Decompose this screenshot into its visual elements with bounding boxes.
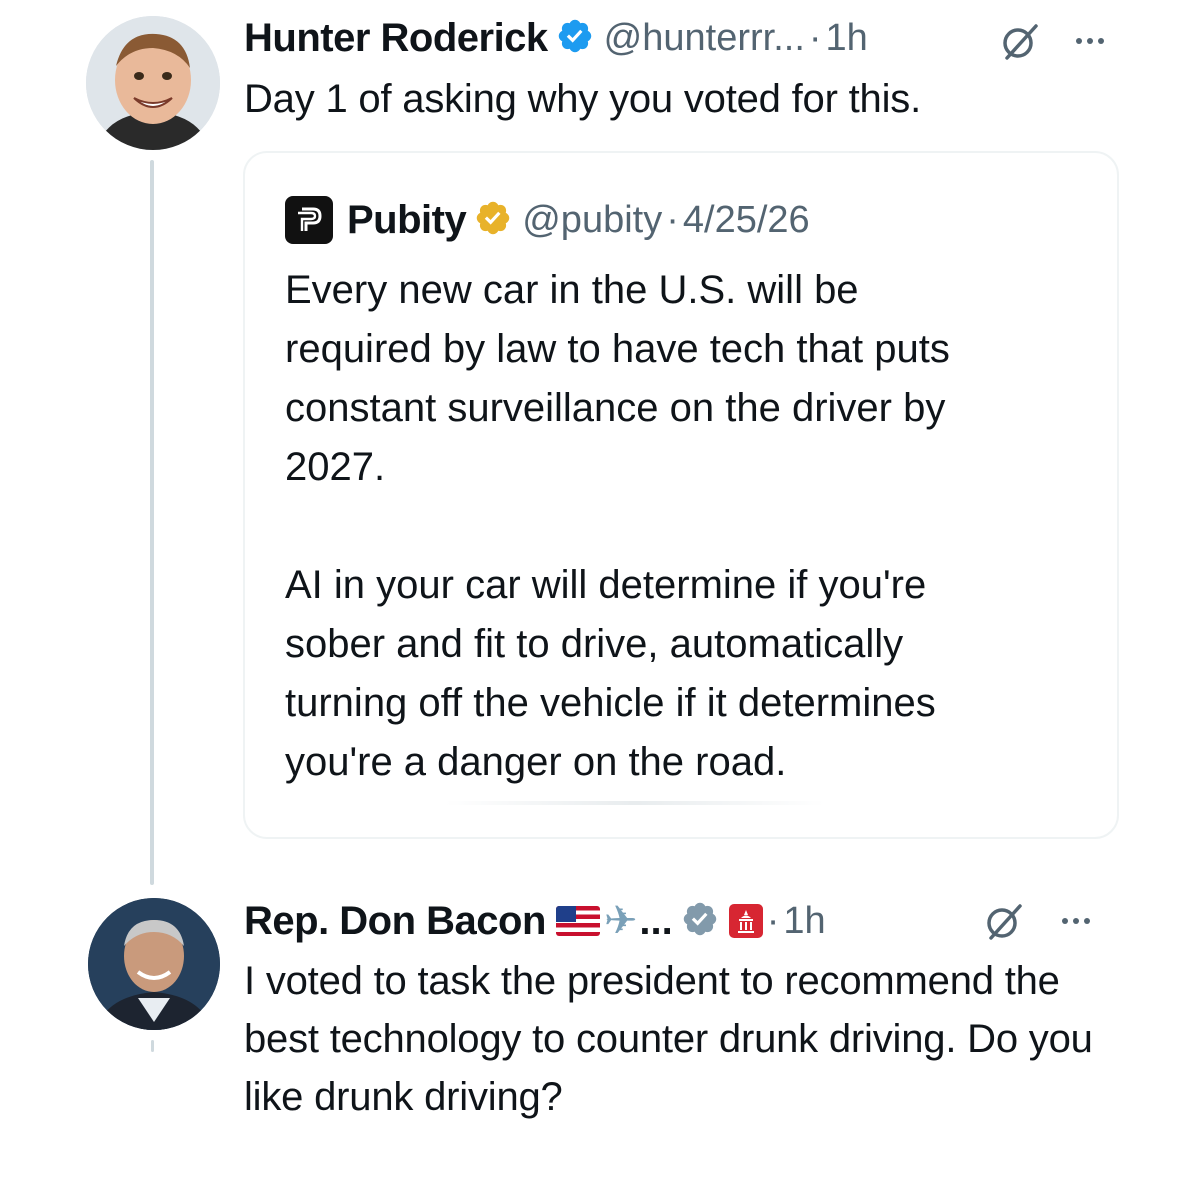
tweet-text: I voted to task the president to recomme… <box>244 959 1093 1119</box>
separator-dot: · <box>666 198 679 241</box>
quoted-author-handle[interactable]: @pubity <box>522 199 662 242</box>
name-truncation: ... <box>639 898 673 943</box>
verified-badge-icon <box>474 199 512 242</box>
avatar[interactable] <box>86 16 220 150</box>
timestamp[interactable]: 1h <box>783 900 825 943</box>
quoted-paragraph: Every new car in the U.S. will be requir… <box>285 268 950 489</box>
tweet-header: Hunter Roderick @hunterrr... · 1h <box>244 12 868 64</box>
verified-badge-icon <box>556 17 594 60</box>
thread-connector-line <box>150 160 154 885</box>
separator-dot: · <box>808 16 822 59</box>
tweet-header: Rep. Don Bacon ✈ ... · 1h <box>244 894 826 948</box>
quoted-paragraph: AI in your car will determine if you're … <box>285 563 936 784</box>
tweet-text: Day 1 of asking why you voted for this. <box>244 77 921 121</box>
truncation-fade <box>445 801 825 805</box>
more-options-icon[interactable] <box>1076 38 1104 44</box>
avatar[interactable] <box>88 898 220 1030</box>
author-handle[interactable]: @hunterrr... <box>604 17 805 60</box>
quoted-tweet-card[interactable]: Pubity @pubity · 4/25/26 Every new car i… <box>243 151 1119 839</box>
more-options-icon[interactable] <box>1062 918 1090 924</box>
pubity-logo-icon <box>285 196 333 244</box>
thread-connector-stub <box>151 1040 154 1052</box>
us-flag-emoji <box>555 906 600 936</box>
author-name[interactable]: Hunter Roderick <box>244 16 548 61</box>
quoted-date[interactable]: 4/25/26 <box>683 199 810 242</box>
capitol-affiliate-icon[interactable] <box>728 904 763 938</box>
grok-icon[interactable] <box>984 902 1024 947</box>
author-name[interactable]: Rep. Don Bacon <box>244 899 546 944</box>
verified-badge-icon <box>681 900 719 943</box>
airplane-emoji: ✈ <box>603 899 638 943</box>
separator-dot: · <box>766 899 780 942</box>
timestamp[interactable]: 1h <box>826 17 868 60</box>
grok-icon[interactable] <box>1000 22 1040 67</box>
quoted-author-name[interactable]: Pubity <box>347 198 467 243</box>
quoted-tweet-header: Pubity @pubity · 4/25/26 <box>285 195 810 245</box>
quoted-tweet-text: Every new car in the U.S. will be requir… <box>285 261 1095 792</box>
